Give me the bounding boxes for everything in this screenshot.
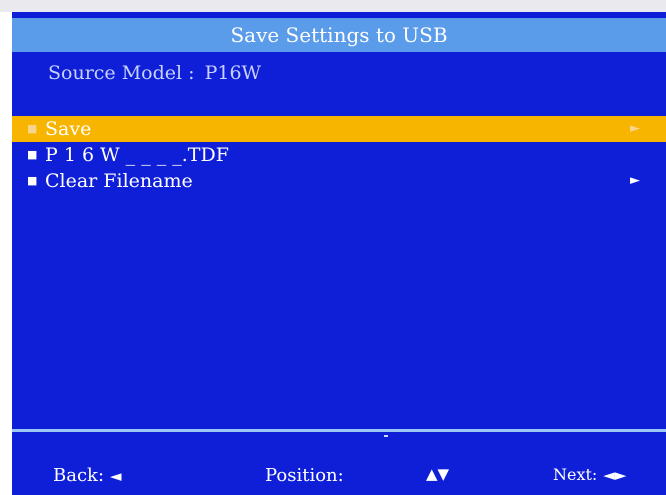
- menu-item-label: Save: [45, 118, 92, 140]
- bullet-icon: ■: [27, 122, 38, 135]
- footer-divider: [12, 429, 666, 432]
- hint-next-label: Next:: [553, 465, 598, 484]
- top-strip: [0, 0, 666, 12]
- menu-list: ■ Save ► ■ P 1 6 W _ _ _ _.TDF ■ Clear F…: [12, 116, 666, 194]
- menu-item-filename[interactable]: ■ P 1 6 W _ _ _ _.TDF: [12, 142, 666, 168]
- source-model-label: Source Model :: [48, 62, 195, 84]
- source-model-value: P16W: [204, 62, 262, 84]
- divider-marker: [384, 435, 388, 437]
- submenu-arrow-icon: ►: [630, 121, 640, 136]
- menu-item-label: P 1 6 W _ _ _ _.TDF: [45, 144, 229, 166]
- menu-item-label: Clear Filename: [45, 170, 193, 192]
- hint-position-keys: ▲▼: [426, 465, 449, 483]
- submenu-arrow-icon: ►: [630, 173, 640, 188]
- bullet-icon: ■: [27, 174, 38, 187]
- hint-next: Next: ◄►: [553, 465, 626, 484]
- hint-position: Position:: [265, 465, 344, 486]
- source-model-info: Source Model : P16W: [48, 62, 261, 84]
- left-arrow-icon: ◄: [110, 466, 122, 485]
- osd-menu-window: Save Settings to USB Source Model : P16W…: [12, 12, 666, 495]
- hint-position-label: Position:: [265, 465, 344, 486]
- hint-back: Back: ◄: [53, 465, 122, 486]
- left-right-arrow-icon: ◄►: [603, 465, 627, 484]
- menu-item-save[interactable]: ■ Save ►: [12, 116, 666, 142]
- up-down-arrow-icon: ▲▼: [426, 465, 450, 483]
- navigation-hints: Back: ◄ Position: ▲▼ Next: ◄►: [12, 465, 666, 493]
- hint-back-label: Back:: [53, 465, 105, 486]
- bullet-icon: ■: [27, 148, 38, 161]
- menu-item-clear-filename[interactable]: ■ Clear Filename ►: [12, 168, 666, 194]
- menu-title: Save Settings to USB: [12, 18, 666, 52]
